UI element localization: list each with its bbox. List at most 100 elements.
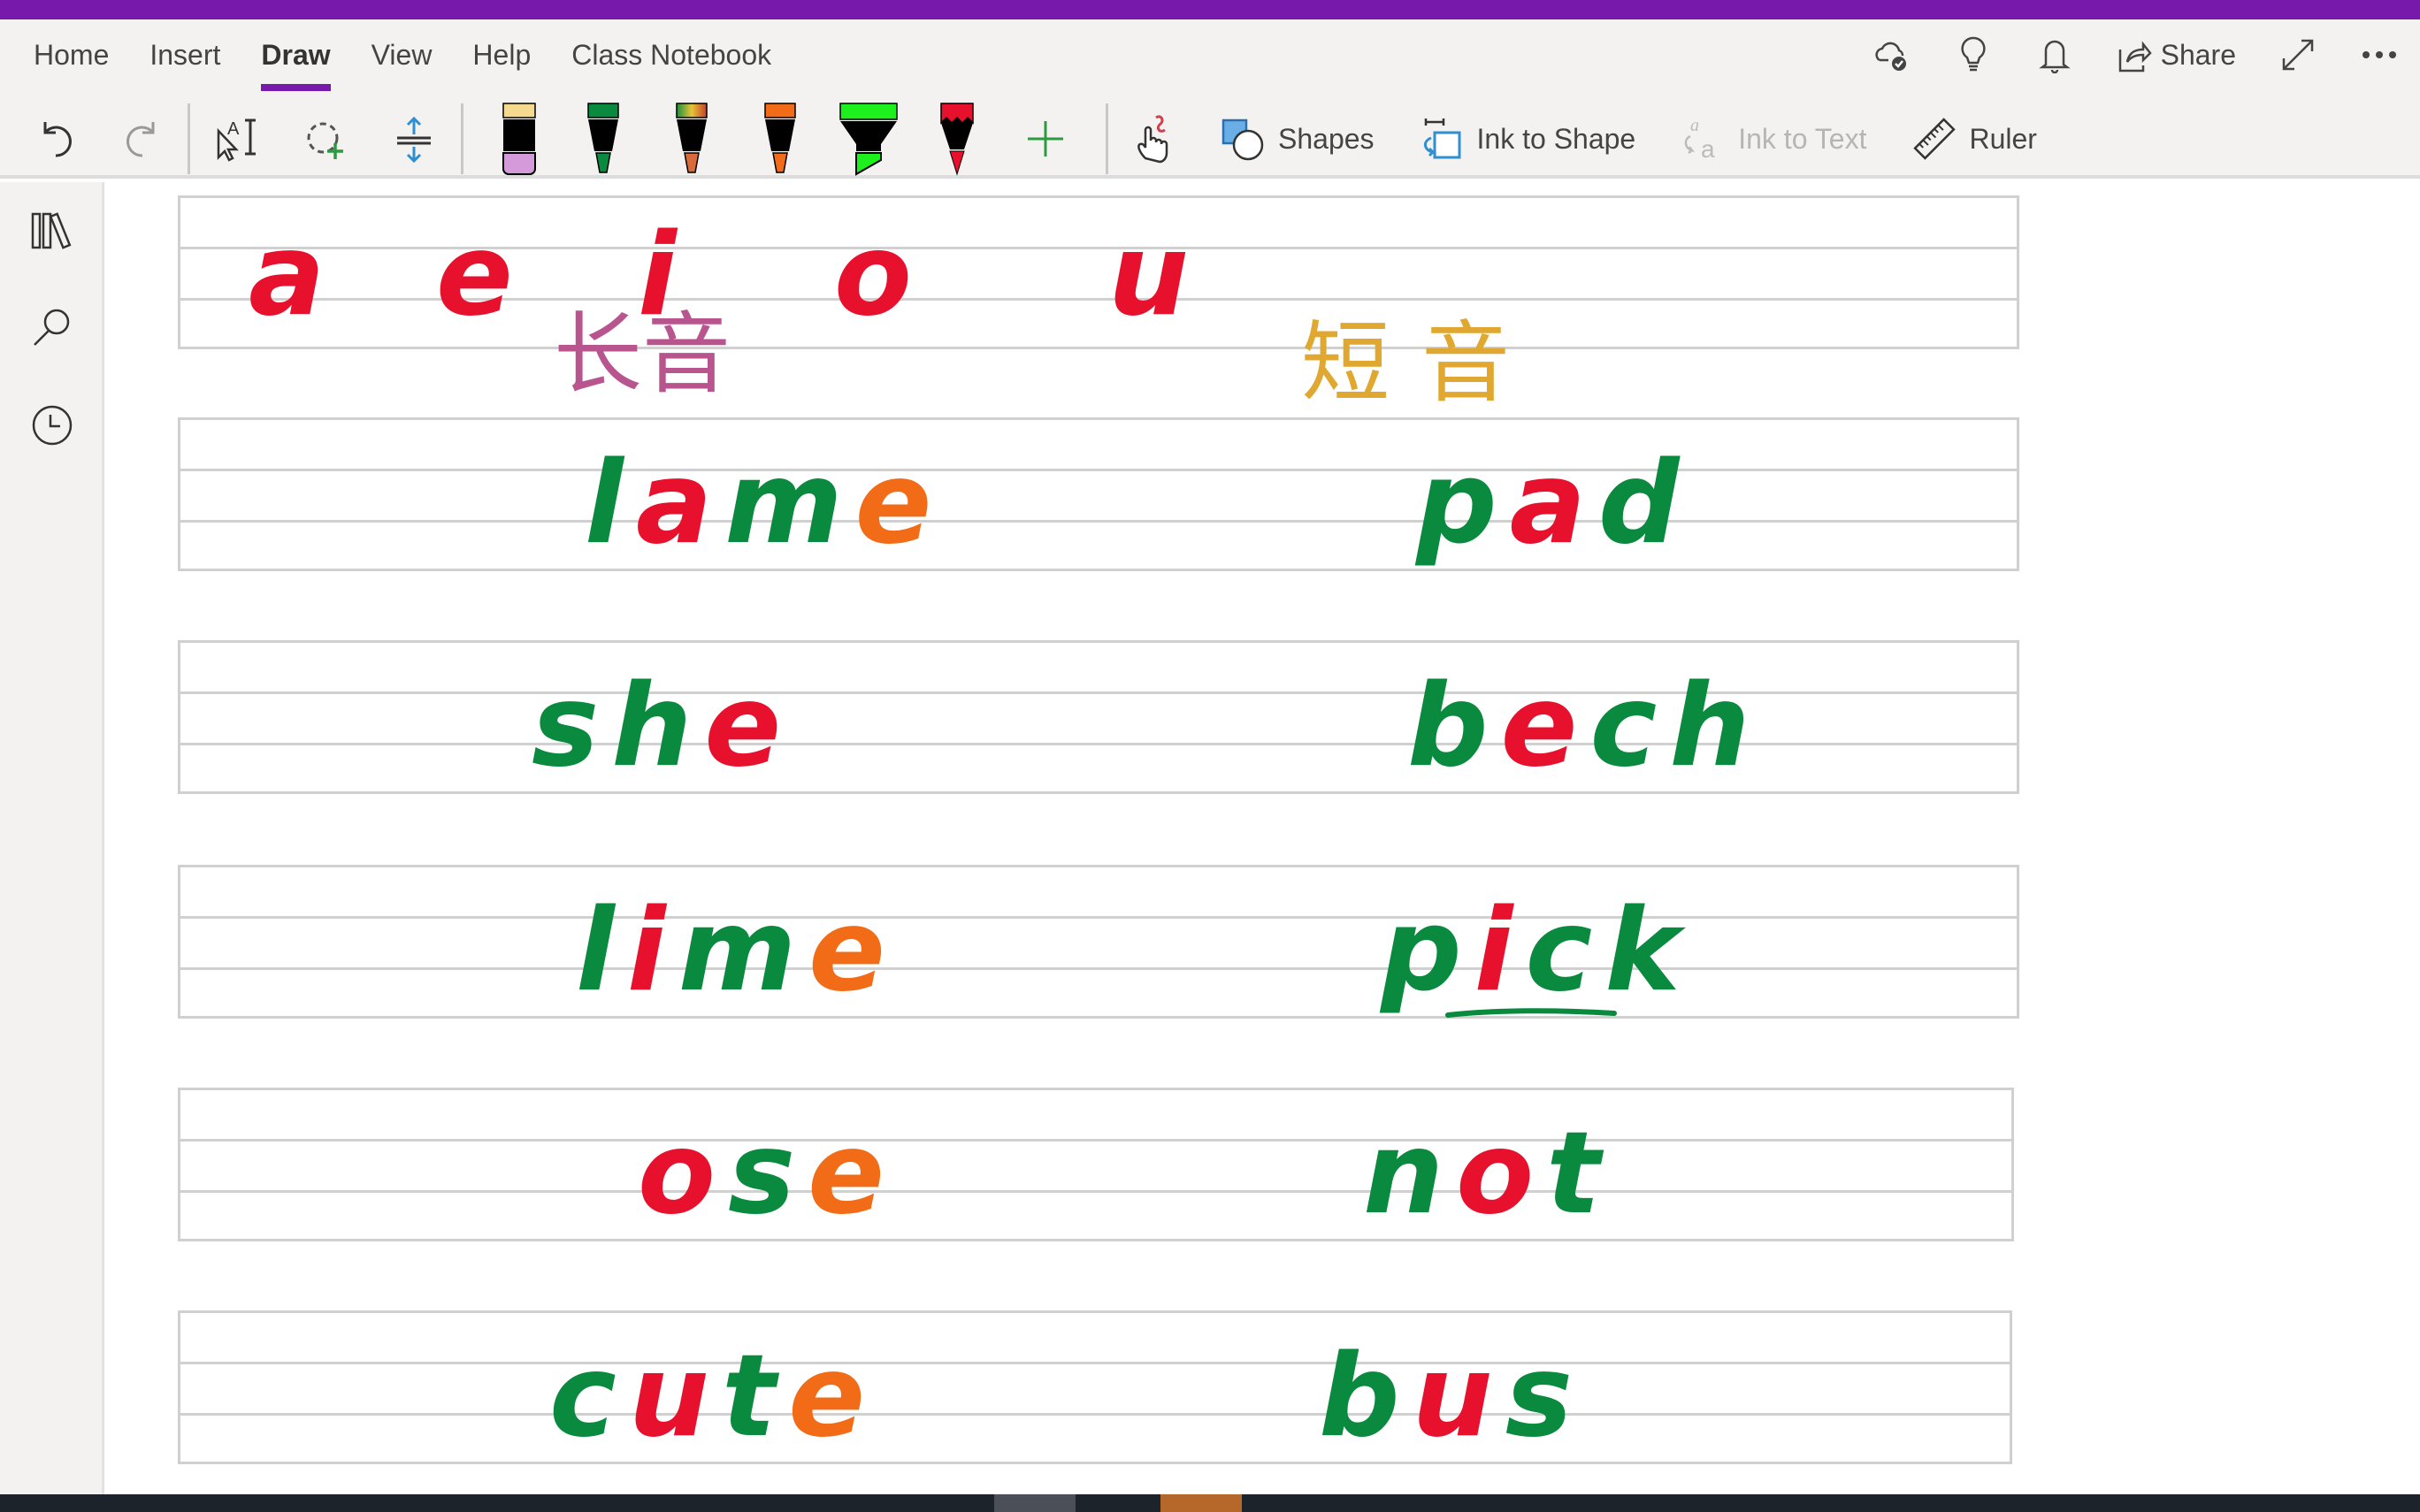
- redo-button[interactable]: [110, 102, 172, 176]
- handwriting-lines-row-5: [178, 1310, 2012, 1464]
- search-icon: [34, 309, 70, 346]
- tab-home[interactable]: Home: [34, 39, 109, 72]
- share-button[interactable]: Share: [2117, 37, 2236, 73]
- taskbar-app-active[interactable]: [994, 1494, 1076, 1512]
- toolbar-divider: [461, 103, 463, 174]
- shapes-icon: [1221, 118, 1264, 161]
- ink-letter: n: [1363, 1108, 1457, 1240]
- short-vowel-word: bus: [1319, 1340, 1585, 1454]
- highlighter-green[interactable]: [824, 102, 913, 176]
- recent-button[interactable]: [27, 400, 78, 451]
- ink-letter: l: [576, 885, 627, 1017]
- ruler-label: Ruler: [1969, 122, 2037, 155]
- tab-insert[interactable]: Insert: [149, 39, 220, 72]
- svg-text:a: a: [1690, 116, 1699, 135]
- tab-draw[interactable]: Draw: [261, 39, 331, 91]
- green-highlighter-icon: [839, 103, 898, 176]
- title-bar: [0, 0, 2420, 19]
- ruler-button[interactable]: Ruler: [1912, 102, 2037, 176]
- ink-letter: m: [724, 438, 855, 569]
- tab-help[interactable]: Help: [472, 39, 531, 72]
- ink-letter: m: [678, 885, 809, 1017]
- ink-letter: s: [727, 1108, 808, 1240]
- ink-letter: c: [1589, 661, 1670, 792]
- long-vowel-label: 长音: [554, 302, 731, 406]
- tab-class-notebook[interactable]: Class Notebook: [571, 39, 771, 72]
- add-space-icon: [397, 116, 431, 163]
- ink-letter: s: [1505, 1331, 1585, 1462]
- short-vowel-word: not: [1363, 1118, 1612, 1231]
- notebooks-button[interactable]: [27, 205, 78, 256]
- lightbulb-icon[interactable]: [1954, 35, 1993, 74]
- add-pen-button[interactable]: [1001, 102, 1090, 176]
- ink-to-text-button[interactable]: aa Ink to Text: [1681, 102, 1866, 176]
- touch-draw-icon: [1137, 115, 1168, 164]
- ink-letter: h: [611, 661, 705, 792]
- search-button[interactable]: [27, 302, 78, 354]
- share-icon: [2118, 41, 2152, 73]
- pen-eraser[interactable]: [479, 102, 559, 176]
- bell-icon[interactable]: [2035, 35, 2074, 74]
- ink-letter: u: [1412, 1331, 1505, 1462]
- svg-text:a: a: [1701, 135, 1715, 163]
- cloud-sync-icon[interactable]: [1872, 35, 1911, 74]
- navigation-sidebar: [0, 182, 104, 1494]
- ribbon-right-actions: Share: [1851, 19, 2420, 90]
- pen-orange[interactable]: [736, 102, 824, 176]
- ink-letter: i: [626, 885, 678, 1017]
- ink-letter: o: [1456, 1108, 1547, 1240]
- vowel-a: a: [249, 210, 338, 341]
- eraser-icon: [502, 103, 536, 175]
- note-page[interactable]: a e i o u 长音 短音 lame pad she bech lime pick os…: [107, 182, 2420, 1494]
- ink-letter: i: [1474, 885, 1526, 1017]
- add-space-button[interactable]: [383, 102, 445, 176]
- ink-letter: u: [628, 1331, 722, 1462]
- pen-rainbow[interactable]: [647, 102, 736, 176]
- ink-letter: p: [1381, 885, 1474, 1017]
- fullscreen-icon[interactable]: [2278, 35, 2317, 74]
- underline-mark: [1445, 1008, 1617, 1018]
- taskbar-app-onenote[interactable]: [1160, 1494, 1242, 1512]
- ink-letter: e: [808, 1108, 897, 1240]
- orange-pen-icon: [764, 103, 796, 173]
- ink-letter: b: [1319, 1331, 1413, 1462]
- red-pencil-icon: [940, 103, 974, 176]
- ink-letter: e: [1500, 661, 1590, 792]
- ink-letter: p: [1416, 438, 1510, 569]
- lasso-select-button[interactable]: [295, 102, 356, 176]
- ink-letter: t: [1546, 1108, 1613, 1240]
- handwriting-lines-row-3: [178, 865, 2019, 1019]
- ribbon: Home Insert Draw View Help Class Noteboo…: [0, 19, 2420, 179]
- short-vowel-word: bech: [1407, 670, 1762, 783]
- undo-button[interactable]: [27, 102, 88, 176]
- handwriting-lines-row-4: [178, 1088, 2014, 1241]
- handwriting-lines-row-1: [178, 417, 2019, 571]
- pencil-red[interactable]: [913, 102, 1001, 176]
- svg-text:A: A: [227, 119, 240, 139]
- toolbar-divider: [188, 103, 190, 174]
- ink-letter: l: [585, 438, 636, 569]
- shapes-label: Shapes: [1278, 122, 1375, 155]
- ink-letter: a: [1509, 438, 1598, 569]
- ink-letter: h: [1669, 661, 1763, 792]
- tab-view[interactable]: View: [371, 39, 433, 72]
- ink-letter: s: [532, 661, 612, 792]
- ink-letter: a: [635, 438, 725, 569]
- draw-toolbar: A Shapes Ink to Shape a a Ink to Text Ru…: [0, 99, 2420, 179]
- ink-letter: t: [722, 1331, 789, 1462]
- ink-letter: e: [704, 661, 794, 792]
- touch-draw-button[interactable]: [1124, 102, 1186, 176]
- short-vowel-label: 短音: [1301, 311, 1542, 415]
- ruler-icon: [1913, 118, 1957, 160]
- long-vowel-word: ose: [638, 1118, 897, 1231]
- type-select-button[interactable]: A: [206, 102, 268, 176]
- vowel-o: o: [834, 210, 924, 341]
- short-vowel-word: pad: [1416, 447, 1692, 561]
- pen-green[interactable]: [559, 102, 647, 176]
- shapes-button[interactable]: Shapes: [1221, 102, 1375, 176]
- more-icon[interactable]: [2360, 35, 2399, 74]
- redo-icon: [126, 122, 155, 157]
- ink-to-shape-icon: [1423, 118, 1461, 159]
- ink-to-shape-button[interactable]: Ink to Shape: [1421, 102, 1635, 176]
- long-vowel-word: cute: [549, 1340, 877, 1454]
